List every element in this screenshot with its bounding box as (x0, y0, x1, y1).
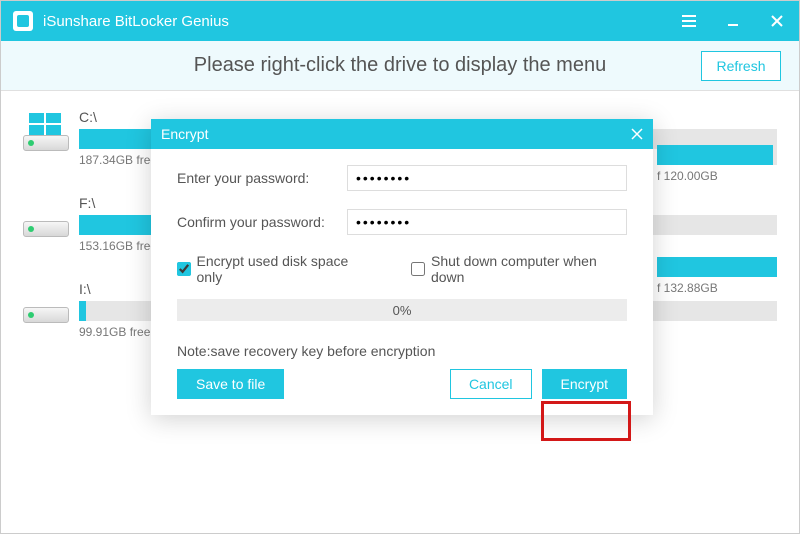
encrypt-button[interactable]: Encrypt (542, 369, 627, 399)
shutdown-when-done-checkbox[interactable]: Shut down computer when down (411, 253, 627, 285)
dialog-close-button[interactable] (631, 125, 643, 143)
cancel-button[interactable]: Cancel (450, 369, 532, 399)
checkbox-label: Encrypt used disk space only (197, 253, 372, 285)
password-input[interactable] (347, 165, 627, 191)
enter-password-label: Enter your password: (177, 170, 347, 186)
confirm-password-input[interactable] (347, 209, 627, 235)
progress-bar: 0% (177, 299, 627, 321)
checkbox-icon[interactable] (411, 262, 425, 276)
encrypt-dialog: Encrypt Enter your password: Confirm you… (151, 119, 653, 415)
confirm-password-label: Confirm your password: (177, 214, 347, 230)
dialog-titlebar: Encrypt (151, 119, 653, 149)
progress-text: 0% (393, 303, 412, 318)
encrypt-used-only-checkbox[interactable]: Encrypt used disk space only (177, 253, 371, 285)
save-to-file-button[interactable]: Save to file (177, 369, 284, 399)
note-text: Note:save recovery key before encryption (177, 343, 627, 359)
checkbox-icon[interactable] (177, 262, 191, 276)
app-window: iSunshare BitLocker Genius Please right-… (0, 0, 800, 534)
dialog-title: Encrypt (161, 126, 208, 142)
checkbox-label: Shut down computer when down (431, 253, 627, 285)
close-icon (631, 128, 643, 140)
modal-overlay: Encrypt Enter your password: Confirm you… (1, 1, 799, 533)
